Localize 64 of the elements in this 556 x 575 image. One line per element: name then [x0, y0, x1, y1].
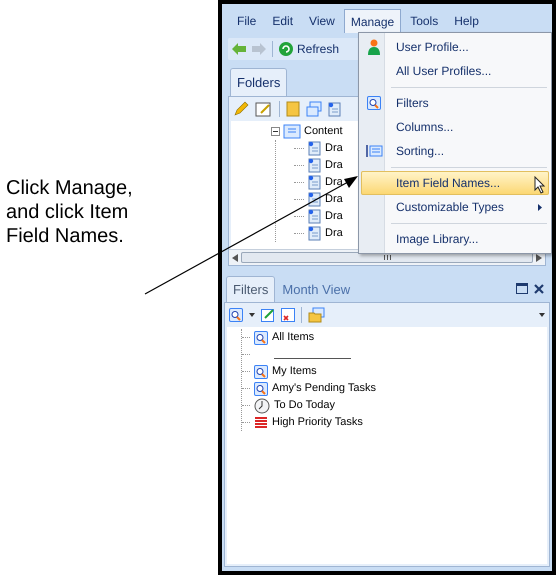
- document-icon: [308, 226, 321, 241]
- overflow-caret-icon[interactable]: [539, 313, 545, 317]
- close-icon[interactable]: [534, 284, 544, 294]
- document-icon: [308, 175, 321, 190]
- priority-list-icon: [254, 416, 268, 430]
- maximize-icon[interactable]: [516, 283, 528, 294]
- dropdown-menu-item[interactable]: Item Field Names...: [361, 171, 549, 195]
- panel-tab[interactable]: Filters: [226, 276, 276, 302]
- tree-item[interactable]: Dra: [325, 140, 343, 157]
- dropdown-menu-item[interactable]: Customizable Types: [361, 195, 549, 219]
- filter-item[interactable]: High Priority Tasks: [272, 414, 363, 431]
- user-icon: [368, 39, 380, 55]
- filter-item[interactable]: To Do Today: [274, 397, 335, 414]
- delete-icon[interactable]: [281, 308, 295, 322]
- panel-tab[interactable]: Month View: [275, 276, 358, 302]
- menu-item[interactable]: Manage: [344, 9, 402, 33]
- tree-toggle[interactable]: [271, 127, 280, 136]
- refresh-icon: [279, 42, 293, 56]
- scroll-right-icon[interactable]: [536, 254, 542, 262]
- search-window-icon: [254, 330, 268, 344]
- menu-item[interactable]: Edit: [265, 9, 300, 33]
- search-window-icon: [229, 308, 243, 322]
- document-icon: [308, 158, 321, 173]
- menu-item[interactable]: Help: [447, 9, 486, 33]
- dropdown-menu-item[interactable]: Sorting...: [361, 139, 549, 163]
- clock-icon: [254, 398, 270, 414]
- menu-item[interactable]: File: [230, 9, 264, 33]
- tree-item[interactable]: Dra: [325, 208, 343, 225]
- submenu-arrow-icon: [538, 204, 542, 210]
- filter-item[interactable]: Amy's Pending Tasks: [272, 380, 376, 397]
- document-icon: [308, 141, 321, 156]
- edit-icon[interactable]: [261, 308, 275, 322]
- scroll-left-icon[interactable]: [232, 254, 238, 262]
- tree-item[interactable]: Dra: [325, 225, 343, 242]
- pencil-icon[interactable]: [233, 101, 249, 117]
- tree-item[interactable]: Dra: [325, 157, 343, 174]
- callout-text: Click Manage, and click Item Field Names.: [6, 176, 134, 248]
- dropdown-menu-item[interactable]: Image Library...: [361, 227, 549, 251]
- dropdown-caret-icon[interactable]: [249, 313, 255, 317]
- menu-item[interactable]: Tools: [403, 9, 446, 33]
- dropdown-menu-item[interactable]: User Profile...: [361, 35, 549, 59]
- dropdown-menu-item[interactable]: All User Profiles...: [361, 59, 549, 83]
- open-folder-icon[interactable]: [308, 307, 325, 323]
- windows-icon[interactable]: [306, 101, 322, 117]
- search-window-icon: [254, 364, 268, 378]
- menu-item[interactable]: View: [302, 9, 342, 33]
- tree-item[interactable]: Dra: [325, 191, 343, 208]
- folder-window-icon: [283, 124, 301, 139]
- sort-list-icon: [365, 144, 383, 158]
- document-icon: [328, 102, 341, 116]
- document-icon: [308, 209, 321, 224]
- dropdown-menu-item[interactable]: Filters: [361, 91, 549, 115]
- refresh-button[interactable]: Refresh: [279, 40, 340, 58]
- mouse-cursor-icon: [534, 176, 546, 194]
- edit-window-icon[interactable]: [255, 101, 273, 117]
- search-window-icon: [254, 382, 268, 396]
- document-icon: [308, 192, 321, 207]
- search-window-icon: [367, 96, 381, 110]
- panel-tab[interactable]: Folders: [230, 68, 288, 96]
- tree-item[interactable]: Dra: [325, 174, 343, 191]
- filter-item[interactable]: My Items: [272, 363, 317, 380]
- tree-item[interactable]: Content: [304, 123, 343, 140]
- filter-item[interactable]: All Items: [272, 329, 314, 346]
- dropdown-menu-item[interactable]: Columns...: [361, 115, 549, 139]
